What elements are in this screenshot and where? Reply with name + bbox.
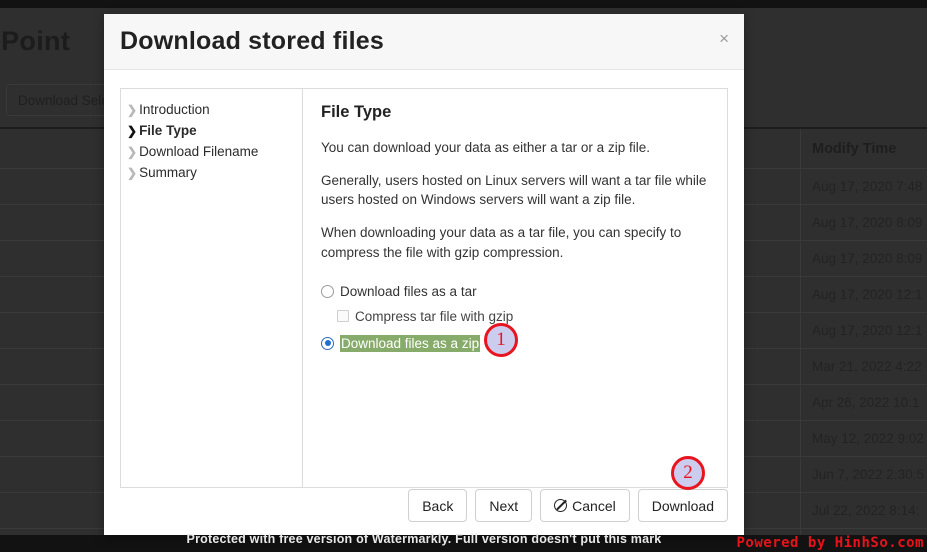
powered-by-watermark: Powered by HinhSo.com (736, 535, 924, 551)
chevron-right-icon: ❯ (127, 165, 138, 180)
download-button[interactable]: Download (637, 489, 728, 522)
nav-step-label: Introduction (139, 102, 210, 117)
watermarkly-notice: Protected with free version of Watermark… (186, 532, 662, 546)
cell-modify-time: Jul 22, 2022 8:14: (812, 503, 920, 518)
cell-modify-time: Apr 26, 2022 10:1 (812, 395, 920, 410)
cell-modify-time: Aug 17, 2020 8:09 (812, 251, 923, 266)
cell-modify-time: Mar 21, 2022 4:22 (812, 359, 922, 374)
column-header-modify-time: Modify Time (812, 140, 897, 157)
column-separator (800, 313, 801, 348)
nav-step-introduction[interactable]: ❯ Introduction (121, 99, 302, 120)
dialog-body: ❯ Introduction ❯ File Type ❯ Download Fi… (104, 70, 744, 546)
cell-modify-time: Aug 17, 2020 8:09 (812, 215, 923, 230)
background-page-title: y Point (0, 26, 71, 56)
download-stored-files-dialog: Download stored files × ❯ Introduction ❯… (104, 14, 744, 546)
chevron-right-icon: ❯ (127, 144, 138, 159)
option-compress-gzip[interactable]: Compress tar file with gzip (321, 309, 709, 324)
annotation-marker-2: 2 (671, 456, 705, 490)
column-separator (800, 421, 801, 456)
nav-step-label: File Type (139, 123, 197, 138)
column-separator (800, 277, 801, 312)
dialog-header: Download stored files × (104, 14, 744, 70)
column-separator (800, 169, 801, 204)
nav-step-label: Download Filename (139, 144, 259, 159)
content-paragraph-1: You can download your data as either a t… (321, 140, 650, 155)
wizard-container: ❯ Introduction ❯ File Type ❯ Download Fi… (120, 88, 728, 488)
content-heading: File Type (321, 103, 392, 121)
column-separator (800, 129, 801, 168)
cell-modify-time: May 12, 2022 9:02 (812, 431, 924, 446)
dialog-footer: Back Next Cancel Download (104, 489, 744, 522)
cancel-button[interactable]: Cancel (540, 489, 630, 522)
close-icon[interactable]: × (719, 30, 729, 47)
screen-root: y Point Download Sele Modify Time Aug 17… (0, 0, 927, 552)
column-separator (800, 349, 801, 384)
column-separator (800, 385, 801, 420)
checkbox-gzip[interactable] (337, 310, 349, 323)
background-topbar (0, 0, 927, 8)
content-paragraph-3: When downloading your data as a tar file… (321, 225, 682, 260)
chevron-right-icon: ❯ (127, 123, 138, 138)
wizard-content-panel: File Type You can download your data as … (303, 89, 727, 487)
column-separator (800, 493, 801, 528)
option-label-gzip: Compress tar file with gzip (355, 308, 514, 324)
cell-modify-time: Aug 17, 2020 12:1 (812, 323, 923, 338)
radio-zip[interactable] (321, 336, 334, 350)
back-button[interactable]: Back (408, 489, 468, 522)
ban-icon (554, 499, 568, 512)
option-download-tar[interactable]: Download files as a tar (321, 284, 709, 299)
annotation-marker-1: 1 (484, 323, 518, 357)
cell-modify-time: Aug 17, 2020 7:48 (812, 179, 923, 194)
option-label-tar: Download files as a tar (340, 283, 477, 299)
nav-step-label: Summary (139, 165, 197, 180)
wizard-step-nav: ❯ Introduction ❯ File Type ❯ Download Fi… (121, 89, 303, 487)
dialog-title: Download stored files (120, 27, 384, 55)
chevron-right-icon: ❯ (127, 102, 138, 117)
column-separator (800, 457, 801, 492)
content-paragraph-2: Generally, users hosted on Linux servers… (321, 173, 707, 208)
cell-modify-time: Jun 7, 2022 2:30:5 (812, 467, 924, 482)
radio-tar[interactable] (321, 284, 334, 298)
next-button[interactable]: Next (475, 489, 533, 522)
nav-step-file-type[interactable]: ❯ File Type (121, 120, 302, 141)
cancel-button-label: Cancel (572, 497, 616, 514)
option-label-zip: Download files as a zip (340, 334, 481, 352)
cell-modify-time: Aug 17, 2020 12:1 (812, 287, 923, 302)
nav-step-download-filename[interactable]: ❯ Download Filename (121, 141, 302, 162)
column-separator (800, 241, 801, 276)
column-separator (800, 205, 801, 240)
nav-step-summary[interactable]: ❯ Summary (121, 162, 302, 183)
